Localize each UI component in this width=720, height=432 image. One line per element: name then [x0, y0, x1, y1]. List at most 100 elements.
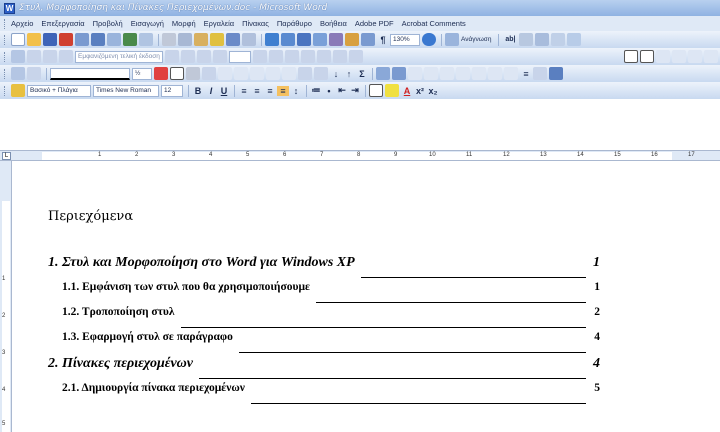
sort-descending-icon[interactable]: ↑: [343, 69, 355, 79]
paste-icon[interactable]: [194, 33, 208, 46]
merge-icon[interactable]: [218, 67, 232, 80]
tables-borders-icon[interactable]: [281, 33, 295, 46]
hyperlink-icon[interactable]: [265, 33, 279, 46]
border-color-icon[interactable]: [154, 67, 168, 80]
set-transparent-icon[interactable]: [533, 67, 547, 80]
align-top-icon[interactable]: [250, 67, 264, 80]
line-spacing-icon[interactable]: ↕: [290, 86, 302, 96]
line-weight-select[interactable]: ½: [132, 67, 152, 80]
horizontal-ruler[interactable]: L 1 2 3 4 5 6 7 8 9 10 11 12 13 14 15 16…: [0, 150, 720, 161]
menu-acrobat-comments[interactable]: Acrobat Comments: [402, 19, 466, 28]
review-icon[interactable]: [59, 50, 73, 63]
distribute-icon[interactable]: [704, 50, 718, 63]
draw-table-pencil-icon[interactable]: [11, 67, 25, 80]
display-for-review-select[interactable]: Εμφανιζόμενη τελική έκδοση: [75, 50, 163, 63]
insert-table-icon[interactable]: [202, 67, 216, 80]
review-icon[interactable]: [269, 50, 283, 63]
review-icon[interactable]: [43, 50, 57, 63]
autosum-icon[interactable]: Σ: [356, 69, 368, 79]
bold-button[interactable]: B: [192, 86, 204, 96]
print-preview-icon[interactable]: [107, 33, 121, 46]
highlight-icon[interactable]: [385, 84, 399, 97]
print-icon[interactable]: [91, 33, 105, 46]
superscript-icon[interactable]: x²: [414, 86, 426, 96]
undo-icon[interactable]: [226, 33, 240, 46]
tab-selector-icon[interactable]: L: [2, 152, 11, 160]
review-icon[interactable]: [27, 50, 41, 63]
toc-entry[interactable]: 1. Στυλ και Μορφοποίηση στο Word για Win…: [48, 255, 600, 281]
menu-help[interactable]: Βοήθεια: [320, 19, 347, 28]
permission-icon[interactable]: [59, 33, 73, 46]
review-icon[interactable]: [333, 50, 347, 63]
italic-button[interactable]: I: [205, 86, 217, 96]
show-icon[interactable]: [165, 50, 179, 63]
align-right-icon[interactable]: ≡: [264, 86, 276, 96]
split-cells-icon[interactable]: [672, 50, 686, 63]
menu-window[interactable]: Παράθυρο: [277, 19, 312, 28]
email-icon[interactable]: [75, 33, 89, 46]
font-select[interactable]: Times New Roman: [93, 84, 159, 97]
insert-excel-icon[interactable]: [313, 33, 327, 46]
new-document-icon[interactable]: [11, 33, 25, 46]
menu-adobe-pdf[interactable]: Adobe PDF: [355, 19, 394, 28]
text-direction-icon[interactable]: [314, 67, 328, 80]
increase-indent-icon[interactable]: ⇥: [349, 85, 361, 96]
cut-icon[interactable]: [162, 33, 176, 46]
contrast-icon[interactable]: [408, 67, 422, 80]
review-icon[interactable]: [285, 50, 299, 63]
draw-table-icon[interactable]: [567, 33, 582, 46]
review-icon[interactable]: [11, 50, 25, 63]
read-icon[interactable]: [445, 33, 459, 46]
accept-change-icon[interactable]: [213, 50, 227, 63]
research-icon[interactable]: [139, 33, 153, 46]
toc-entry[interactable]: 2. Πίνακες περιεχομένων 4: [48, 356, 600, 382]
style-select[interactable]: Βασικό + Πλάγια: [27, 84, 91, 97]
review-icon[interactable]: [317, 50, 331, 63]
align-center-icon[interactable]: ≡: [251, 86, 263, 96]
review-icon[interactable]: [349, 50, 363, 63]
justify-icon[interactable]: ≡: [277, 85, 289, 96]
merge-cells-icon[interactable]: [656, 50, 670, 63]
toc-entry[interactable]: 1.2. Τροποποίηση στυλ 2: [48, 306, 600, 331]
eraser-icon[interactable]: [27, 67, 41, 80]
help-icon[interactable]: [422, 33, 436, 46]
reset-picture-icon[interactable]: [549, 67, 563, 80]
blank-field[interactable]: [229, 50, 251, 63]
autoformat-icon[interactable]: [298, 67, 312, 80]
crop-icon[interactable]: [440, 67, 454, 80]
menu-file[interactable]: Αρχείο: [11, 19, 33, 28]
distribute-columns-icon[interactable]: [282, 67, 296, 80]
decrease-indent-icon[interactable]: ⇤: [336, 85, 348, 96]
toc-entry[interactable]: 2.1. Δημιουργία πίνακα περιεχομένων 5: [48, 382, 600, 407]
format-painter-icon[interactable]: [210, 33, 224, 46]
spelling-icon[interactable]: [123, 33, 137, 46]
next-change-icon[interactable]: [197, 50, 211, 63]
insert-table-icon[interactable]: [297, 33, 311, 46]
copy-icon[interactable]: [178, 33, 192, 46]
line-style-icon[interactable]: [472, 67, 486, 80]
review-icon[interactable]: [301, 50, 315, 63]
compress-icon[interactable]: [488, 67, 502, 80]
bullets-icon[interactable]: •: [323, 86, 335, 96]
sort-ascending-icon[interactable]: ↓: [330, 69, 342, 79]
vertical-ruler[interactable]: 1 2 3 4 5: [0, 161, 12, 432]
format-picture-icon[interactable]: ≡: [520, 69, 532, 79]
menu-table[interactable]: Πίνακας: [242, 19, 269, 28]
text-field-icon[interactable]: ab|: [502, 36, 518, 43]
drawing-icon[interactable]: [345, 33, 359, 46]
image-control-icon[interactable]: [392, 67, 406, 80]
document-map-icon[interactable]: [361, 33, 375, 46]
styles-formatting-icon[interactable]: [11, 84, 25, 97]
text-wrap-icon[interactable]: [504, 67, 518, 80]
table-grid-icon[interactable]: [624, 50, 638, 63]
numbering-icon[interactable]: ≔: [310, 85, 322, 96]
read-button-label[interactable]: Ανάγνωση: [461, 36, 491, 43]
show-hide-icon[interactable]: ¶: [377, 35, 389, 45]
field-options-icon[interactable]: [551, 33, 566, 46]
borders-icon[interactable]: [640, 50, 654, 63]
picture-icon[interactable]: [376, 67, 390, 80]
menu-tools[interactable]: Εργαλεία: [204, 19, 234, 28]
columns-icon[interactable]: [329, 33, 343, 46]
dropdown-field-icon[interactable]: [535, 33, 550, 46]
menu-edit[interactable]: Επεξεργασία: [41, 19, 84, 28]
